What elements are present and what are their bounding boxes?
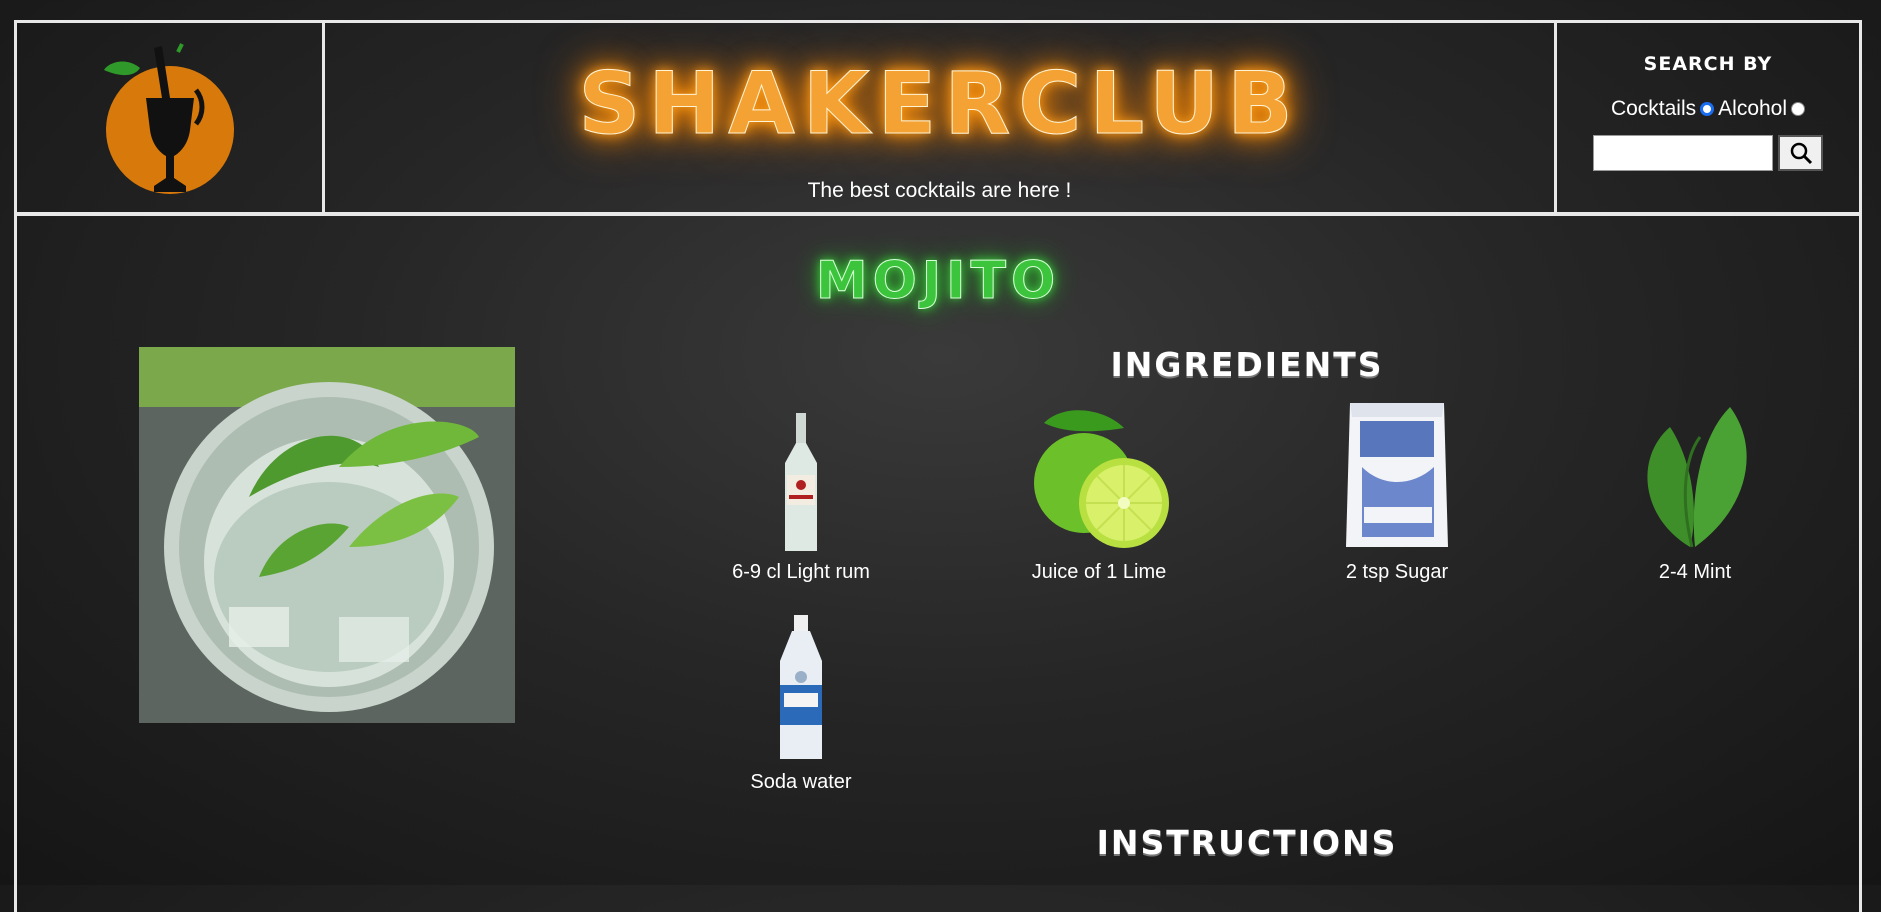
tagline: The best cocktails are here ! [807, 179, 1072, 202]
header: SHAKERCLUB The best cocktails are here !… [14, 20, 1862, 216]
ingredient-label: 2 tsp Sugar [1345, 561, 1449, 583]
ingredient-label: 2-4 Mint [1658, 561, 1732, 583]
search-input[interactable] [1593, 135, 1773, 171]
ingredient-rum[interactable]: 6-9 cl Light rum [671, 403, 931, 584]
search-title: SEARCH BY [1643, 53, 1773, 75]
main-content: MOJITO INGREDIENTS 6-9 cl Light rum Juic… [14, 212, 1862, 912]
ingredient-label: Juice of 1 Lime [1031, 561, 1167, 583]
search-options: Cocktails Alcohol [1557, 97, 1859, 121]
ingredient-mint[interactable]: 2-4 Mint [1565, 403, 1825, 584]
lime-icon [1034, 410, 1169, 548]
title-cell: SHAKERCLUB The best cocktails are here ! [325, 23, 1557, 213]
search-row [1557, 135, 1859, 171]
cocktails-label: Cocktails [1610, 97, 1697, 120]
ingredient-label: Soda water [750, 771, 852, 793]
cocktails-radio[interactable] [1700, 102, 1715, 116]
site-title[interactable]: SHAKERCLUB [325, 49, 1554, 159]
alcohol-label: Alcohol [1718, 97, 1788, 120]
mint-leaves-icon [1647, 407, 1747, 548]
drink-photo [139, 347, 515, 723]
ingredient-sugar[interactable]: 2 tsp Sugar [1267, 403, 1527, 584]
ingredients-title: INGREDIENTS [1110, 345, 1384, 384]
ingredient-soda[interactable]: Soda water [671, 613, 931, 794]
soda-bottle-icon [780, 615, 822, 759]
instructions-title: INSTRUCTIONS [1096, 823, 1398, 862]
ingredient-lime[interactable]: Juice of 1 Lime [969, 403, 1229, 584]
search-panel: SEARCH BY Cocktails Alcohol [1557, 23, 1859, 213]
sugar-bag-icon [1346, 403, 1448, 547]
rum-bottle-icon [785, 413, 817, 551]
alcohol-radio[interactable] [1791, 102, 1806, 116]
logo-cell [17, 23, 325, 213]
logo-icon[interactable] [100, 38, 240, 198]
search-button[interactable] [1778, 135, 1823, 171]
ingredient-label: 6-9 cl Light rum [732, 561, 870, 583]
search-icon [1790, 142, 1812, 165]
drink-title: MOJITO [815, 251, 1061, 312]
